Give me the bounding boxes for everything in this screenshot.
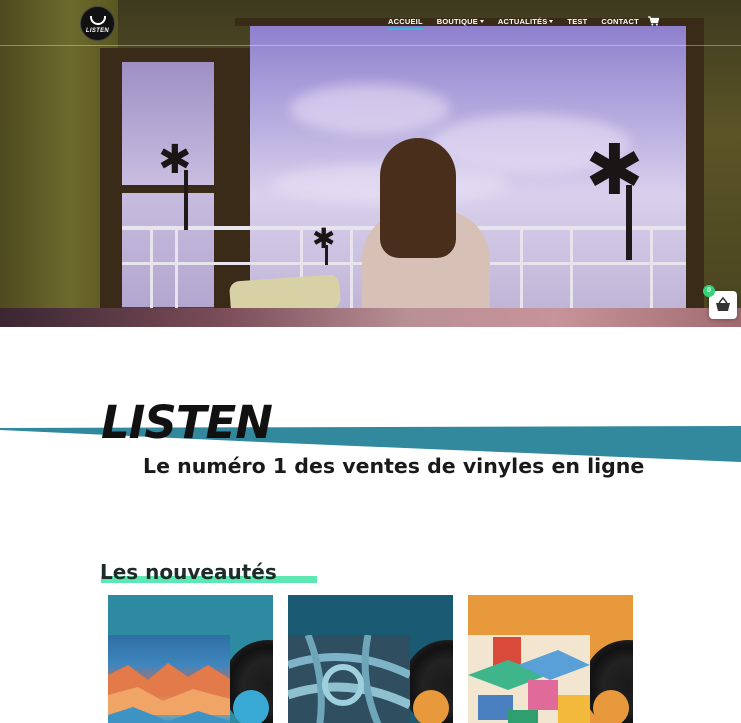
site-tagline: Le numéro 1 des ventes de vinyles en lig… — [143, 454, 645, 478]
nav-item-label: ACCUEIL — [388, 17, 423, 26]
vinyl-logo-icon — [89, 15, 106, 25]
nav-item-label: TEST — [567, 17, 588, 26]
vinyl-label — [233, 690, 269, 723]
nav-item-boutique[interactable]: BOUTIQUE — [437, 17, 484, 26]
caret-down-icon — [549, 20, 554, 23]
section-title: Les nouveautés — [100, 560, 277, 584]
nav-item-label: BOUTIQUE — [436, 17, 478, 26]
nav-item-label: CONTACT — [601, 17, 639, 26]
product-card[interactable] — [108, 595, 273, 723]
album-cover-art — [108, 635, 230, 723]
album-cover-art — [468, 635, 590, 723]
product-card[interactable] — [468, 595, 633, 723]
nav-item-accueil[interactable]: ACCUEIL — [388, 17, 423, 30]
main-menu: ACCUEIL BOUTIQUE ACTUALITÉS TEST CONTACT — [388, 17, 653, 30]
album-cover-art — [288, 635, 410, 723]
logo-text: LISTEN — [85, 27, 110, 34]
top-navigation: LISTEN ACCUEIL BOUTIQUE ACTUALITÉS TEST … — [0, 0, 741, 46]
shopping-cart-icon[interactable] — [648, 16, 659, 26]
nav-item-actualites[interactable]: ACTUALITÉS — [498, 17, 554, 26]
nav-item-contact[interactable]: CONTACT — [601, 17, 639, 26]
nav-item-label: ACTUALITÉS — [497, 17, 548, 26]
vinyl-label — [593, 690, 629, 723]
cart-count-badge: 0 — [703, 285, 715, 297]
nav-item-test[interactable]: TEST — [567, 17, 587, 26]
site-title: LISTEN — [101, 396, 273, 449]
site-logo[interactable]: LISTEN — [80, 6, 115, 41]
vinyl-label — [413, 690, 449, 723]
hero-banner: ✱ ✱ ✱ — [0, 0, 741, 327]
product-card[interactable] — [288, 595, 453, 723]
hero-floor — [0, 308, 741, 327]
caret-down-icon — [479, 20, 484, 23]
hero-person — [362, 138, 502, 320]
